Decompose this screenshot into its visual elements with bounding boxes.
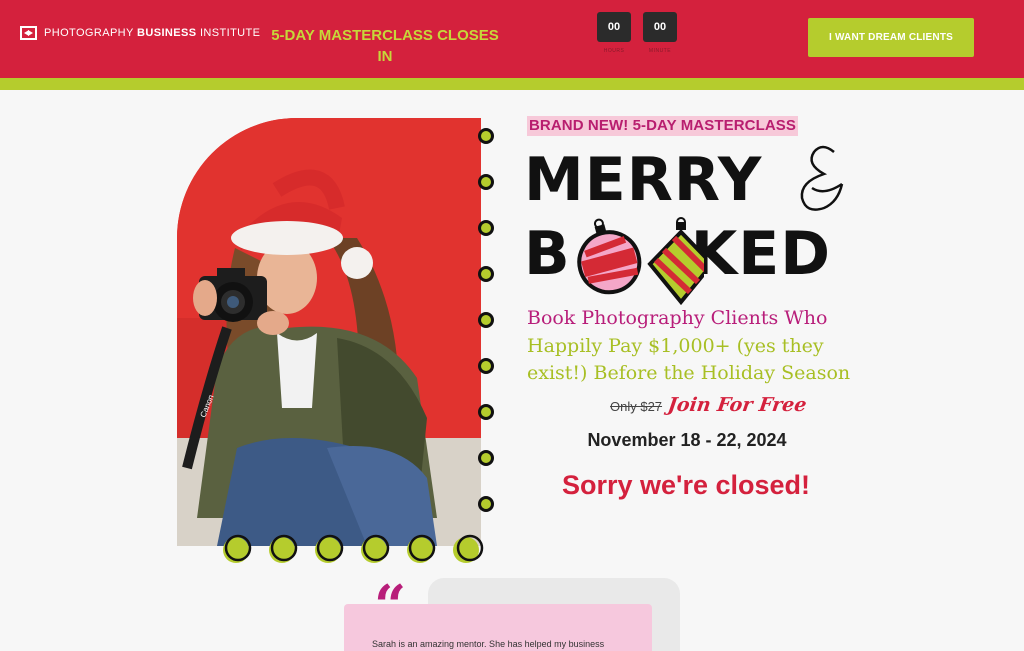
photo-ring-border-right <box>478 128 494 512</box>
join-for-free: Join For Free <box>666 394 808 416</box>
logo-icon <box>20 26 37 40</box>
countdown-minutes-value: 00 <box>643 12 677 42</box>
header-accent-line <box>0 78 1024 90</box>
countdown-minutes: 00 MINUTE <box>643 12 677 54</box>
title-booked-rest: KED <box>690 219 832 289</box>
countdown-hours-unit: HOURS <box>603 48 625 54</box>
ornaments-icon <box>577 217 704 306</box>
title-booked-b: B <box>524 219 571 289</box>
title-merry: MERRY <box>524 145 763 215</box>
subheadline-green: Happily Pay $1,000+ (yes they exist!) Be… <box>527 334 851 385</box>
subheadline-pink: Book Photography Clients Who <box>527 307 828 329</box>
quote-icon: “ <box>374 573 407 639</box>
logo-word-photography: PHOTOGRAPHY <box>44 27 134 39</box>
subheadline: Book Photography Clients Who Happily Pay… <box>527 305 857 388</box>
closed-message: Sorry we're closed! <box>561 470 811 500</box>
logo-text: PHOTOGRAPHY BUSINESS INSTITUTE <box>44 27 260 39</box>
dream-clients-button[interactable]: I WANT DREAM CLIENTS <box>808 18 974 57</box>
ampersand-icon <box>800 145 844 211</box>
countdown-label: 5-DAY MASTERCLASS CLOSES IN <box>271 27 499 65</box>
countdown-hours: 00 HOURS <box>597 12 631 54</box>
event-dates: November 18 - 22, 2024 <box>587 430 787 450</box>
old-price: Only $27 <box>610 399 663 414</box>
photo-ring-border-bottom <box>223 534 484 563</box>
countdown-hours-value: 00 <box>597 12 631 42</box>
logo[interactable]: PHOTOGRAPHY BUSINESS INSTITUTE <box>20 26 260 40</box>
masterclass-badge: BRAND NEW! 5-DAY MASTERCLASS <box>527 116 798 136</box>
testimonial-text: Sarah is an amazing mentor. She has help… <box>372 639 605 649</box>
logo-word-business: BUSINESS <box>137 27 197 39</box>
price-line: Only $27 Join For Free <box>610 394 808 416</box>
logo-word-institute: INSTITUTE <box>199 27 261 39</box>
countdown-minutes-unit: MINUTE <box>648 48 672 54</box>
hero-photo: Canon <box>177 118 481 546</box>
